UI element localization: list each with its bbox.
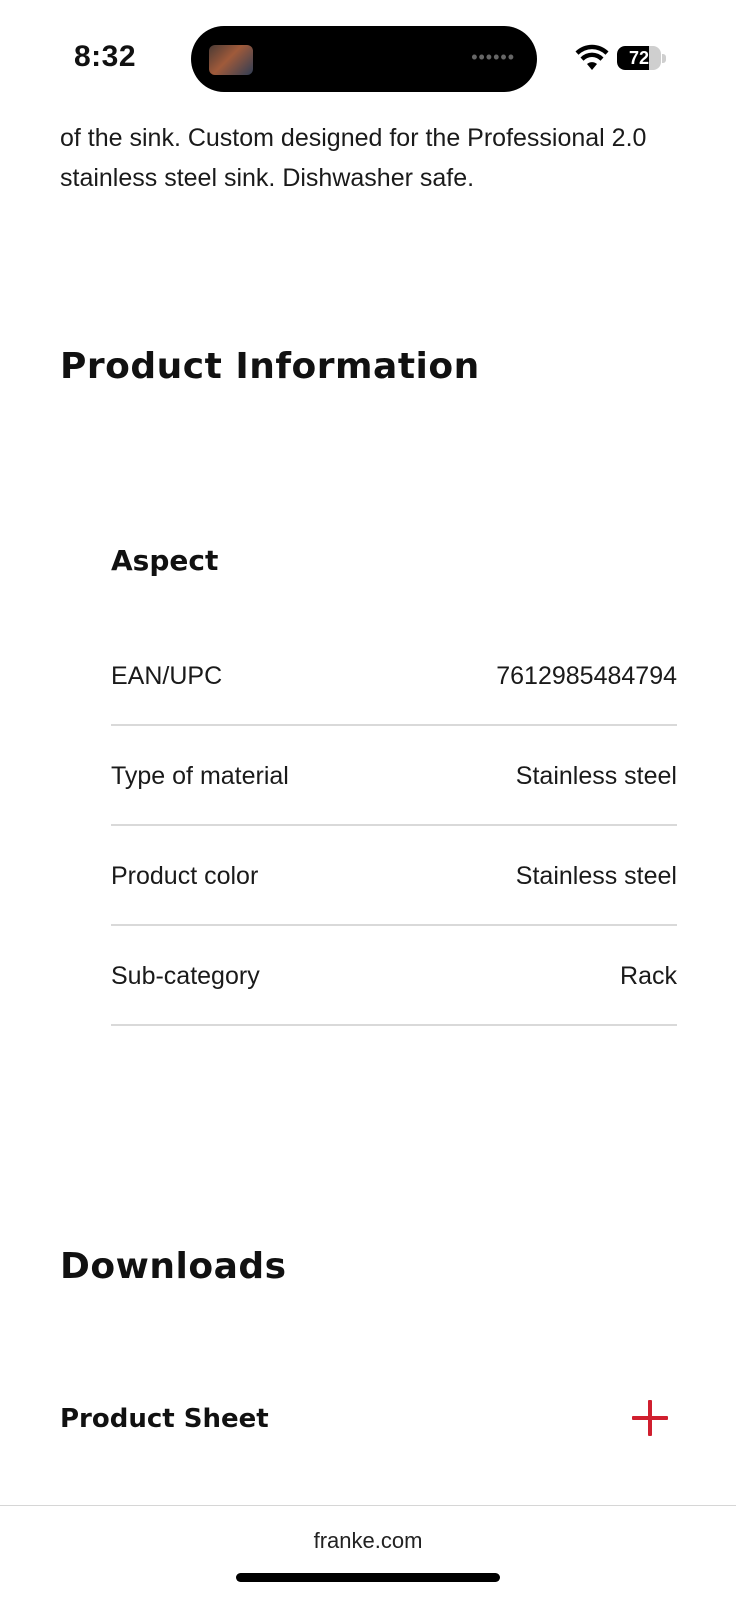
- battery-icon: 72: [617, 46, 661, 70]
- spec-table: EAN/UPC 7612985484794 Type of material S…: [111, 626, 677, 1026]
- spec-label: EAN/UPC: [111, 662, 223, 690]
- spec-label: Product color: [111, 862, 259, 890]
- spec-group-title: Aspect: [111, 544, 219, 577]
- spec-row-sub-category: Sub-category Rack: [111, 926, 677, 1026]
- status-time: 8:32: [74, 40, 137, 73]
- home-indicator[interactable]: [236, 1573, 500, 1582]
- spec-row-product-color: Product color Stainless steel: [111, 826, 677, 926]
- download-item-label: Product Sheet: [60, 1404, 269, 1434]
- downloads-heading: Downloads: [60, 1246, 287, 1287]
- browser-address-bar[interactable]: franke.com: [0, 1505, 736, 1601]
- spec-value: Rack: [620, 962, 677, 990]
- spec-value: 7612985484794: [496, 662, 677, 690]
- dynamic-island[interactable]: ••••••: [191, 26, 537, 92]
- url-text[interactable]: franke.com: [0, 1528, 736, 1554]
- product-information-heading: Product Information: [60, 346, 480, 387]
- spec-row-type-of-material: Type of material Stainless steel: [111, 726, 677, 826]
- spec-value: Stainless steel: [515, 862, 677, 890]
- spec-label: Type of material: [111, 762, 289, 790]
- wifi-icon: [575, 44, 609, 70]
- spec-row-ean-upc: EAN/UPC 7612985484794: [111, 626, 677, 726]
- product-description: of the sink. Custom designed for the Pro…: [60, 124, 647, 192]
- now-playing-thumbnail: [209, 45, 253, 75]
- spec-value: Stainless steel: [515, 762, 677, 790]
- download-item-product-sheet[interactable]: Product Sheet: [60, 1396, 672, 1446]
- status-bar: 8:32 •••••• 72: [0, 0, 736, 110]
- battery-level: 72: [628, 48, 650, 68]
- audio-waveform-icon: ••••••: [471, 47, 515, 67]
- plus-icon[interactable]: [632, 1400, 668, 1436]
- spec-label: Sub-category: [111, 962, 260, 990]
- battery-cap: [662, 54, 666, 63]
